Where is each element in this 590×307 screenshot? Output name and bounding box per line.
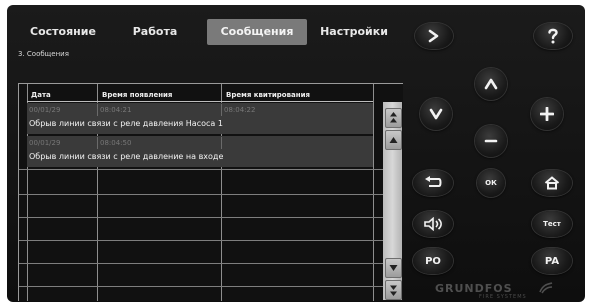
minus-button[interactable] [475, 125, 507, 157]
tab-status[interactable]: Состояние [25, 19, 101, 45]
message-appeared-time: 08:04:50 [97, 137, 220, 149]
scroll-page-up-button[interactable] [385, 108, 402, 128]
scroll-down-button[interactable] [385, 258, 402, 278]
table-divider [373, 84, 374, 301]
home-icon [544, 176, 560, 190]
header-underline [27, 101, 373, 102]
messages-table: Дата Время появления Время квитирования … [18, 83, 403, 301]
logo-subtitle: FIRE SYSTEMS [479, 294, 527, 300]
test-button[interactable]: Тест [532, 211, 572, 237]
double-up-arrow-icon [390, 112, 397, 123]
row-divider [19, 217, 383, 218]
chevron-right-icon [428, 29, 439, 43]
plus-icon [540, 107, 554, 121]
help-button[interactable] [534, 23, 572, 49]
scroll-page-down-button[interactable] [385, 280, 402, 300]
up-arrow-icon [389, 137, 398, 143]
caret-up-icon [484, 78, 498, 90]
table-scrollbar[interactable] [383, 102, 402, 300]
row-divider [19, 263, 383, 264]
message-date: 00/01/29 [29, 139, 61, 147]
tab-operation[interactable]: Работа [129, 19, 181, 45]
grundfos-swirl-icon [539, 282, 553, 294]
pa-button[interactable]: PA [532, 248, 572, 274]
sound-button[interactable] [413, 211, 453, 237]
message-row[interactable]: 00/01/29 08:04:21 08:04:22 Обрыв линии с… [27, 103, 373, 134]
caret-down-icon [429, 108, 443, 120]
ok-button[interactable]: ОК [477, 169, 505, 197]
column-header-date: Дата [31, 91, 51, 99]
arrow-up-button[interactable] [475, 68, 507, 100]
po-button-label: PO [425, 255, 441, 267]
minus-icon [484, 139, 498, 143]
column-header-acknowledged: Время квитирования [226, 91, 311, 99]
message-date: 00/01/29 [29, 106, 61, 114]
breadcrumb: 3. Сообщения [18, 50, 69, 58]
message-row[interactable]: 00/01/29 08:04:50 Обрыв линии связи с ре… [27, 136, 373, 167]
message-appeared-time: 08:04:21 [97, 104, 220, 116]
column-header-appeared: Время появления [102, 91, 173, 99]
test-button-label: Тест [543, 220, 561, 228]
po-button[interactable]: PO [413, 248, 453, 274]
question-mark-icon [548, 28, 558, 44]
control-panel-screen: Состояние Работа Сообщения Настройки 3. … [7, 5, 585, 302]
ok-button-label: ОК [485, 179, 497, 187]
return-arrow-icon [425, 176, 442, 187]
row-divider [19, 169, 383, 170]
grundfos-logo: GRUNDFOS FIRE SYSTEMS [421, 282, 581, 300]
tab-messages[interactable]: Сообщения [207, 19, 307, 45]
message-acknowledged-time [221, 137, 374, 149]
double-down-arrow-icon [390, 285, 397, 296]
message-text: Обрыв линии связи с реле давление на вхо… [29, 152, 224, 161]
home-button[interactable] [532, 170, 572, 196]
down-arrow-icon [389, 265, 398, 271]
plus-button[interactable] [531, 98, 563, 130]
row-divider [19, 286, 383, 287]
arrow-left-button[interactable] [420, 98, 452, 130]
back-button[interactable] [413, 170, 453, 196]
pa-button-label: PA [544, 255, 560, 267]
tab-settings[interactable]: Настройки [317, 19, 391, 45]
row-divider [19, 194, 383, 195]
speaker-icon [424, 217, 442, 231]
row-divider [19, 240, 383, 241]
next-button[interactable] [415, 23, 453, 49]
message-text: Обрыв линии связи с реле давления Насоса… [29, 119, 223, 128]
scroll-up-button[interactable] [385, 130, 402, 150]
message-acknowledged-time: 08:04:22 [221, 104, 374, 116]
